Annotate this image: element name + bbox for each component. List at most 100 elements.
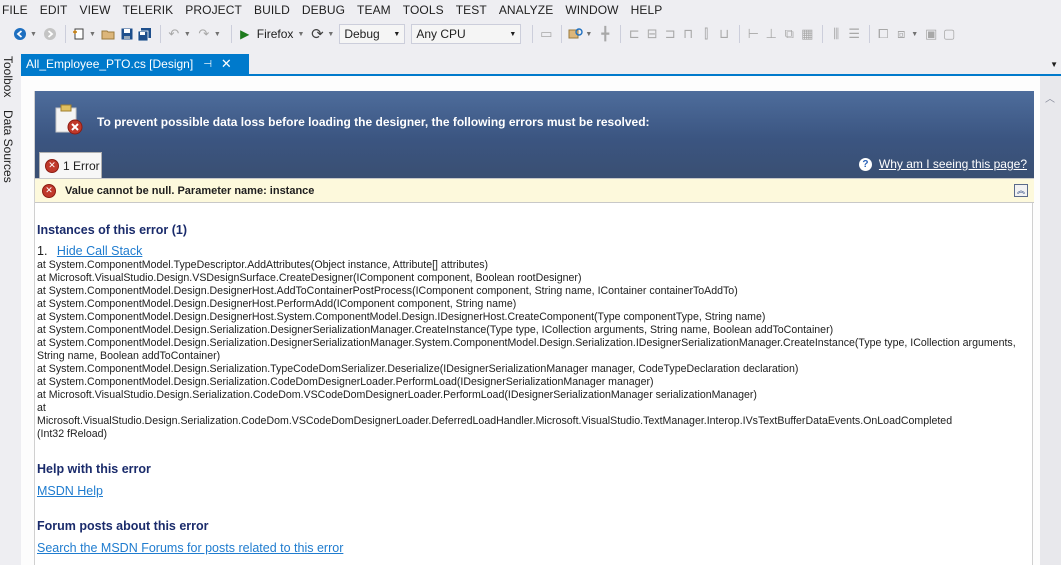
center-dropdown-icon[interactable]: ▼ <box>911 31 918 38</box>
align-rights-icon[interactable]: ⊐ <box>662 26 678 42</box>
menu-edit[interactable]: EDIT <box>36 3 76 17</box>
why-link-group: ? Why am I seeing this page? <box>858 157 1027 171</box>
redo-icon[interactable]: ↷ <box>196 26 212 42</box>
hide-call-stack-link[interactable]: Hide Call Stack <box>57 244 142 258</box>
make-same-height-icon[interactable]: ⊥ <box>763 26 779 42</box>
menu-build[interactable]: BUILD <box>250 3 298 17</box>
bring-to-front-icon[interactable]: ▣ <box>923 26 939 42</box>
call-stack-line: at <box>37 402 46 414</box>
why-am-i-seeing-link[interactable]: Why am I seeing this page? <box>879 157 1027 171</box>
help-heading: Help with this error <box>37 462 151 476</box>
instances-heading: Instances of this error (1) <box>37 223 188 237</box>
tab-order-icon[interactable] <box>567 26 583 42</box>
document-tab-strip: All_Employee_PTO.cs [Design] ⊣ ✕ <box>18 54 1061 75</box>
refresh-dropdown-icon[interactable]: ▼ <box>327 31 334 38</box>
forum-heading: Forum posts about this error <box>37 519 209 533</box>
call-stack-line: at Microsoft.VisualStudio.Design.Seriali… <box>37 389 757 401</box>
align-to-grid-icon[interactable]: ╋ <box>597 26 613 42</box>
call-stack-line: Microsoft.VisualStudio.Design.Serializat… <box>37 415 953 427</box>
platform-value: Any CPU <box>416 27 466 41</box>
horizontal-spacing-icon[interactable]: ⫼ <box>828 26 844 42</box>
error-header: To prevent possible data loss before loa… <box>35 91 1034 178</box>
navigate-back-icon[interactable] <box>12 26 28 42</box>
msdn-help-link[interactable]: MSDN Help <box>37 484 103 498</box>
align-tops-icon[interactable]: ⊓ <box>680 26 696 42</box>
menu-analyze[interactable]: ANALYZE <box>495 3 562 17</box>
collapse-icon[interactable]: ︽ <box>1014 184 1028 197</box>
save-all-icon[interactable] <box>137 26 153 42</box>
call-stack-line: at System.ComponentModel.Design.Serializ… <box>37 337 1016 362</box>
menu-window[interactable]: WINDOW <box>561 3 626 17</box>
find-in-files-icon[interactable]: ▭ <box>538 26 554 42</box>
side-tab-toolbox[interactable]: Toolbox <box>1 56 15 97</box>
menu-team[interactable]: TEAM <box>353 3 399 17</box>
msdn-help-row: MSDN Help <box>37 484 103 498</box>
configuration-select[interactable]: Debug ▼ <box>339 24 406 44</box>
make-same-size-icon[interactable]: ⧉ <box>781 26 797 42</box>
align-middles-icon[interactable]: ⫿ <box>698 26 714 42</box>
align-bottoms-icon[interactable]: ⊔ <box>716 26 732 42</box>
call-stack-line: at System.ComponentModel.TypeDescriptor.… <box>37 259 489 271</box>
toolbar-separator <box>230 25 232 43</box>
menu-project[interactable]: PROJECT <box>181 3 250 17</box>
open-file-icon[interactable] <box>101 26 117 42</box>
start-debugging-icon[interactable]: ▶ <box>237 26 253 42</box>
error-message: Value cannot be null. Parameter name: in… <box>65 184 315 197</box>
chevron-down-icon: ▼ <box>509 30 517 38</box>
menu-view[interactable]: VIEW <box>75 3 118 17</box>
error-icon: ✕ <box>42 183 56 198</box>
align-centers-icon[interactable]: ⊟ <box>644 26 660 42</box>
menu-tools[interactable]: TOOLS <box>399 3 452 17</box>
toolbar-separator <box>64 25 66 43</box>
standard-toolbar: ▼ ▼ ↶ ▼ ↷ ▼ ▶ Firefox ▼ ⟳ ▼ Debug ▼ Any … <box>0 21 1061 47</box>
side-tab-data-sources[interactable]: Data Sources <box>1 110 15 183</box>
menu-file[interactable]: FILE <box>0 3 36 17</box>
instance-row: 1. Hide Call Stack <box>37 244 142 258</box>
undo-icon[interactable]: ↶ <box>166 26 182 42</box>
call-stack-line: at System.ComponentModel.Design.Designer… <box>37 285 738 297</box>
layout-dropdown-icon[interactable]: ▼ <box>585 31 592 38</box>
run-target-label[interactable]: Firefox <box>257 27 294 41</box>
error-count-tab[interactable]: ✕ 1 Error <box>39 152 102 178</box>
error-header-title: To prevent possible data loss before loa… <box>97 115 650 129</box>
back-dropdown-icon[interactable]: ▼ <box>30 31 37 38</box>
document-tab[interactable]: All_Employee_PTO.cs [Design] ⊣ ✕ <box>21 54 249 74</box>
navigate-forward-icon[interactable] <box>42 26 58 42</box>
error-icon: ✕ <box>45 158 59 173</box>
toolbar-separator <box>561 25 563 43</box>
refresh-icon[interactable]: ⟳ <box>309 26 325 43</box>
pin-tab-icon[interactable]: ⊣ <box>203 59 212 70</box>
align-lefts-icon[interactable]: ⊏ <box>626 26 642 42</box>
run-target-dropdown-icon[interactable]: ▼ <box>297 31 304 38</box>
error-count-label: 1 Error <box>63 158 100 173</box>
call-stack-line: at System.ComponentModel.Design.Designer… <box>37 311 766 323</box>
platform-select[interactable]: Any CPU ▼ <box>411 24 522 44</box>
toolbar-separator <box>822 25 824 43</box>
menu-telerik[interactable]: TELERIK <box>119 3 182 17</box>
instance-number: 1. <box>37 244 48 258</box>
call-stack-line: at System.ComponentModel.Design.Serializ… <box>37 363 799 375</box>
msdn-forums-search-link[interactable]: Search the MSDN Forums for posts related… <box>37 541 343 555</box>
new-project-icon[interactable] <box>71 26 87 42</box>
toolbar-separator <box>159 25 161 43</box>
menu-test[interactable]: TEST <box>452 3 495 17</box>
new-dropdown-icon[interactable]: ▼ <box>89 31 96 38</box>
undo-dropdown-icon[interactable]: ▼ <box>184 31 191 38</box>
tab-overflow-icon[interactable]: ▼ <box>1050 60 1058 69</box>
close-tab-icon[interactable]: ✕ <box>221 56 232 72</box>
center-vertically-icon[interactable]: ⧈ <box>893 26 909 42</box>
menu-help[interactable]: HELP <box>627 3 671 17</box>
save-icon[interactable] <box>119 26 135 42</box>
vertical-scrollbar[interactable]: ︿ <box>1040 76 1061 565</box>
center-horizontally-icon[interactable]: ⧠ <box>875 26 891 42</box>
menu-debug[interactable]: DEBUG <box>298 3 353 17</box>
chevron-down-icon: ▼ <box>393 30 401 38</box>
size-to-grid-icon[interactable]: ▦ <box>799 26 815 42</box>
make-same-width-icon[interactable]: ⊢ <box>745 26 761 42</box>
toolbar-separator <box>869 25 871 43</box>
vertical-spacing-icon[interactable]: ☰ <box>846 26 862 42</box>
redo-dropdown-icon[interactable]: ▼ <box>214 31 221 38</box>
scroll-up-icon[interactable]: ︿ <box>1045 90 1055 105</box>
send-to-back-icon[interactable]: ▢ <box>941 26 957 42</box>
help-question-icon: ? <box>858 157 872 171</box>
